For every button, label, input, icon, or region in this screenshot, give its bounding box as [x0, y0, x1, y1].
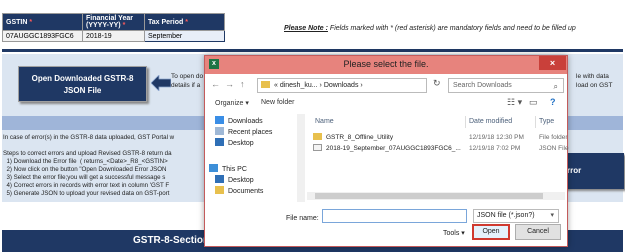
column-divider[interactable] — [465, 116, 466, 128]
json-file-icon — [313, 143, 324, 154]
sidebar-item-desktop[interactable]: Desktop — [215, 138, 254, 147]
fy-cell[interactable]: 2018-19 — [82, 30, 145, 42]
refresh-icon[interactable]: ↻ — [433, 78, 441, 89]
search-placeholder: Search Downloads — [453, 82, 512, 89]
back-icon[interactable]: ← — [211, 79, 220, 89]
sidebar-item-downloads[interactable]: Downloads — [215, 116, 263, 125]
downloads-icon — [215, 116, 224, 124]
navigation-pane: Downloads Recent places Desktop This PC … — [207, 114, 297, 202]
search-input[interactable]: Search Downloads ⌕ — [448, 78, 564, 93]
file-row[interactable]: GSTR_8_Offline_Utility 12/19/18 12:30 PM… — [307, 132, 568, 143]
folder-icon — [313, 132, 324, 143]
file-list: Name Date modified Type GSTR_8_Offline_U… — [307, 114, 569, 202]
mandatory-note: Please Note : Fields marked with * (red … — [284, 25, 576, 32]
dialog-titlebar: x Please select the file. × — [205, 56, 567, 74]
column-date-modified[interactable]: Date modified — [469, 118, 512, 125]
desktop-icon — [215, 175, 224, 183]
forward-icon[interactable]: → — [225, 79, 234, 89]
up-icon[interactable]: ↑ — [240, 79, 245, 89]
sidebar-item-recent[interactable]: Recent places — [215, 127, 272, 136]
breadcrumb-separator: › — [319, 82, 322, 89]
breadcrumb-overflow[interactable]: « — [274, 82, 278, 89]
chevron-down-icon: ▾ — [550, 212, 554, 219]
tax-period-cell[interactable]: September — [144, 30, 225, 42]
address-bar[interactable]: « dinesh_ku... › Downloads › — [257, 78, 427, 93]
close-button[interactable]: × — [539, 56, 566, 70]
search-icon: ⌕ — [553, 82, 558, 91]
scrollbar-thumb[interactable] — [315, 193, 543, 199]
breadcrumb-separator: › — [360, 82, 363, 89]
file-date: 12/19/18 12:30 PM — [469, 134, 524, 141]
sidebar-item-pc-desktop[interactable]: Desktop — [215, 175, 254, 184]
folder-icon — [261, 81, 270, 88]
file-open-dialog: x Please select the file. × ← → ↑ « dine… — [204, 55, 569, 247]
organize-menu[interactable]: Organize ▾ — [215, 99, 249, 107]
column-name[interactable]: Name — [315, 118, 334, 125]
column-divider[interactable] — [535, 116, 536, 128]
file-name-label: File name: — [286, 215, 319, 222]
navigation-scrollbar[interactable] — [297, 114, 305, 202]
help-icon[interactable]: ? — [550, 97, 556, 107]
open-button[interactable]: Open — [472, 224, 510, 240]
file-list-scrollbar[interactable] — [307, 192, 565, 200]
file-row[interactable]: 2018-19_September_07AUGGC1893FGC6_... 12… — [307, 143, 569, 154]
fy-header: Financial Year (YYYY-YY) * — [82, 13, 145, 31]
section-title: GSTR-8-Section — [133, 235, 210, 246]
file-type-select[interactable]: JSON file (*.json?) ▾ — [473, 209, 559, 223]
divider-band — [2, 49, 623, 52]
navigation-bar: ← → ↑ « dinesh_ku... › Downloads › ↻ Sea… — [207, 76, 565, 94]
gstin-header: GSTIN * — [2, 13, 83, 31]
dialog-title: Please select the file. — [343, 59, 429, 69]
tax-period-header: Tax Period * — [144, 13, 225, 31]
documents-icon — [215, 186, 224, 194]
column-type[interactable]: Type — [539, 118, 554, 125]
file-name: 2018-19_September_07AUGGC1893FGC6_... — [326, 145, 461, 152]
sidebar-item-documents[interactable]: Documents — [215, 186, 263, 195]
open-json-description: To open do details if a — [171, 73, 204, 89]
gstin-header-table: GSTIN * Financial Year (YYYY-YY) * Tax P… — [2, 13, 225, 42]
generate-json-description: le with data load on GST — [576, 73, 613, 89]
arrow-left-icon — [151, 75, 171, 91]
tools-menu[interactable]: Tools ▾ — [443, 229, 465, 237]
open-json-button[interactable]: Open Downloaded GSTR-8 JSON File — [18, 66, 147, 102]
file-type: JSON File — [539, 145, 569, 152]
preview-pane-icon[interactable]: ▭ — [529, 97, 538, 108]
file-name: GSTR_8_Offline_Utility — [326, 134, 394, 141]
file-date: 12/19/18 7:02 PM — [469, 145, 521, 152]
dialog-toolbar: Organize ▾ New folder ☷ ▾ ▭ ? — [207, 96, 565, 112]
view-options-icon[interactable]: ☷ ▾ — [507, 97, 522, 108]
open-error-json-button[interactable]: rror — [560, 153, 624, 189]
computer-icon — [209, 164, 218, 172]
breadcrumb-downloads[interactable]: Downloads — [324, 82, 359, 89]
file-name-input[interactable] — [322, 209, 467, 223]
cancel-button[interactable]: Cancel — [515, 224, 561, 240]
breadcrumb-user[interactable]: dinesh_ku... — [280, 82, 318, 89]
sidebar-item-this-pc[interactable]: This PC — [209, 164, 247, 173]
gstin-cell[interactable]: 07AUGGC1893FGC6 — [2, 30, 83, 42]
new-folder-button[interactable]: New folder — [261, 99, 294, 106]
desktop-icon — [215, 138, 224, 146]
recent-places-icon — [215, 127, 224, 135]
error-steps-text: In case of error(s) in the GSTR-8 data u… — [3, 134, 175, 197]
file-type: File folder — [539, 134, 568, 141]
